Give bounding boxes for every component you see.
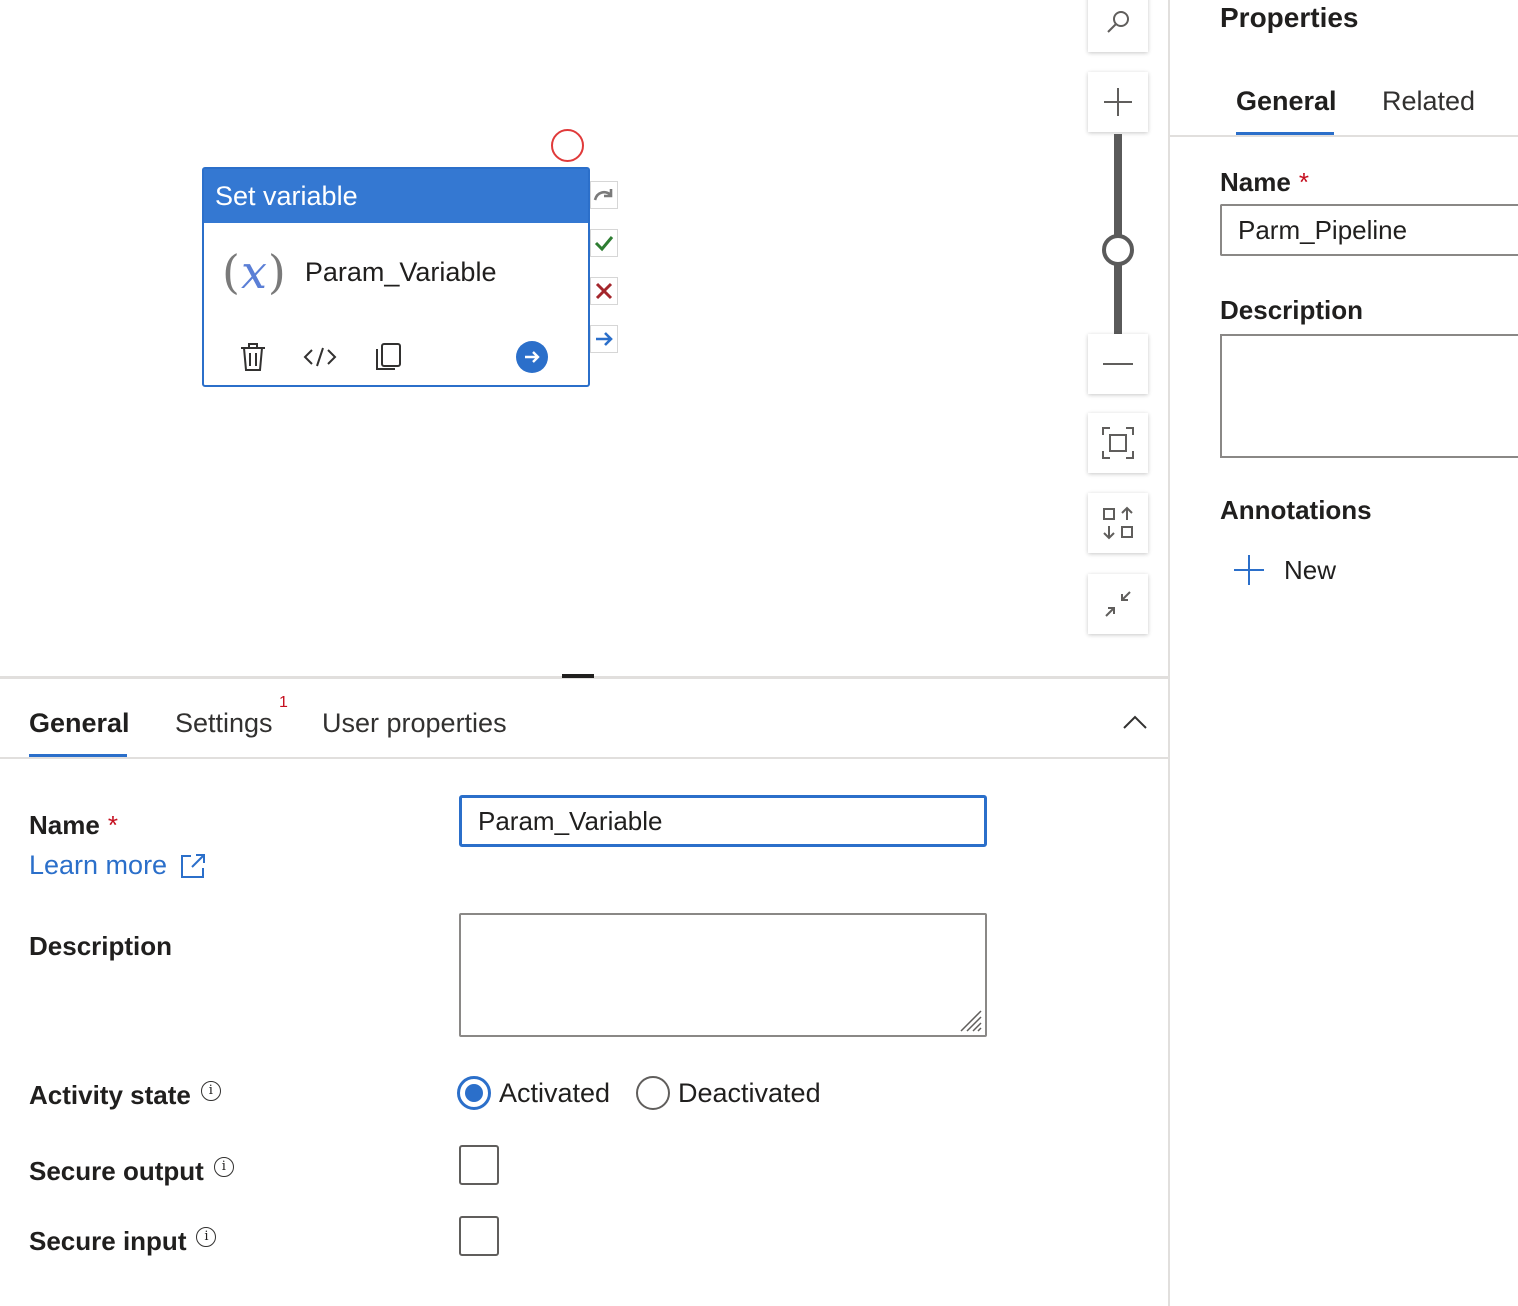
tab-general[interactable]: General: [1236, 86, 1337, 117]
description-label: Description: [29, 931, 173, 961]
required-asterisk: *: [1298, 167, 1309, 197]
secure-input-label: Secure input i: [29, 1226, 217, 1257]
tab-related[interactable]: Related: [1382, 86, 1475, 117]
tab-settings[interactable]: Settings: [175, 708, 273, 739]
add-icon: [1234, 555, 1264, 585]
fit-to-screen-icon[interactable]: [1088, 413, 1148, 473]
activity-type-label: Set variable: [204, 169, 588, 223]
tab-general[interactable]: General: [29, 708, 130, 739]
clone-icon[interactable]: [370, 339, 406, 375]
zoom-in-icon[interactable]: [1088, 72, 1148, 132]
required-asterisk: *: [107, 810, 118, 840]
pipeline-name-input[interactable]: [1220, 204, 1518, 256]
annotations-label: Annotations: [1220, 495, 1372, 525]
description-textarea[interactable]: [459, 913, 987, 1037]
completion-port-icon[interactable]: [590, 325, 618, 353]
validation-error-indicator: [551, 129, 584, 162]
radio-deactivated[interactable]: Deactivated: [636, 1076, 821, 1110]
activity-name: Param_Variable: [304, 256, 497, 287]
secure-input-checkbox[interactable]: [459, 1216, 499, 1256]
pipeline-description-textarea[interactable]: [1220, 334, 1518, 458]
pipeline-properties-pane: Properties General Related Name* Descrip…: [1168, 0, 1518, 1306]
properties-title: Properties: [1220, 2, 1359, 33]
zoom-out-icon[interactable]: [1088, 334, 1148, 394]
learn-more-link[interactable]: Learn more: [29, 850, 207, 881]
set-variable-activity-node[interactable]: Set variable (x) Param_Variable: [202, 167, 590, 387]
radio-activated[interactable]: Activated: [457, 1076, 610, 1110]
skip-port-icon[interactable]: [590, 181, 618, 209]
secure-output-label: Secure output i: [29, 1156, 234, 1187]
name-label: Name *: [29, 810, 118, 840]
external-link-icon: [181, 853, 206, 878]
delete-icon[interactable]: [235, 339, 271, 375]
resize-handle-icon: [960, 1010, 982, 1032]
code-icon[interactable]: [302, 339, 338, 375]
radio-button: [636, 1076, 670, 1110]
info-icon: i: [196, 1226, 217, 1247]
pipeline-name-label: Name *: [1220, 167, 1309, 197]
failure-port-icon[interactable]: [590, 277, 618, 305]
activity-state-label: Activity state i: [29, 1080, 221, 1111]
secure-output-checkbox[interactable]: [459, 1145, 499, 1185]
tabs-divider: [0, 757, 1168, 759]
collapse-icon[interactable]: [1088, 574, 1148, 634]
zoom-slider-thumb[interactable]: [1102, 234, 1134, 266]
success-port-icon[interactable]: [590, 229, 618, 257]
splitter-grip[interactable]: [562, 674, 594, 678]
info-icon: i: [200, 1080, 221, 1101]
info-icon: i: [213, 1156, 234, 1177]
name-input[interactable]: [459, 795, 987, 847]
settings-error-badge: 1: [279, 694, 288, 711]
tab-user-properties[interactable]: User properties: [322, 708, 507, 739]
tabs-divider: [1170, 135, 1518, 137]
radio-button-selected: [457, 1076, 491, 1110]
pipeline-description-label: Description: [1220, 295, 1364, 325]
pipeline-canvas[interactable]: Set variable (x) Param_Variable: [0, 0, 1168, 676]
auto-align-icon[interactable]: [1088, 493, 1148, 553]
output-arrow-icon[interactable]: [516, 341, 548, 373]
new-annotation-button[interactable]: New: [1232, 553, 1336, 587]
variable-icon: (x): [222, 245, 287, 299]
search-icon[interactable]: [1088, 0, 1148, 52]
chevron-up-icon[interactable]: [1120, 708, 1150, 738]
